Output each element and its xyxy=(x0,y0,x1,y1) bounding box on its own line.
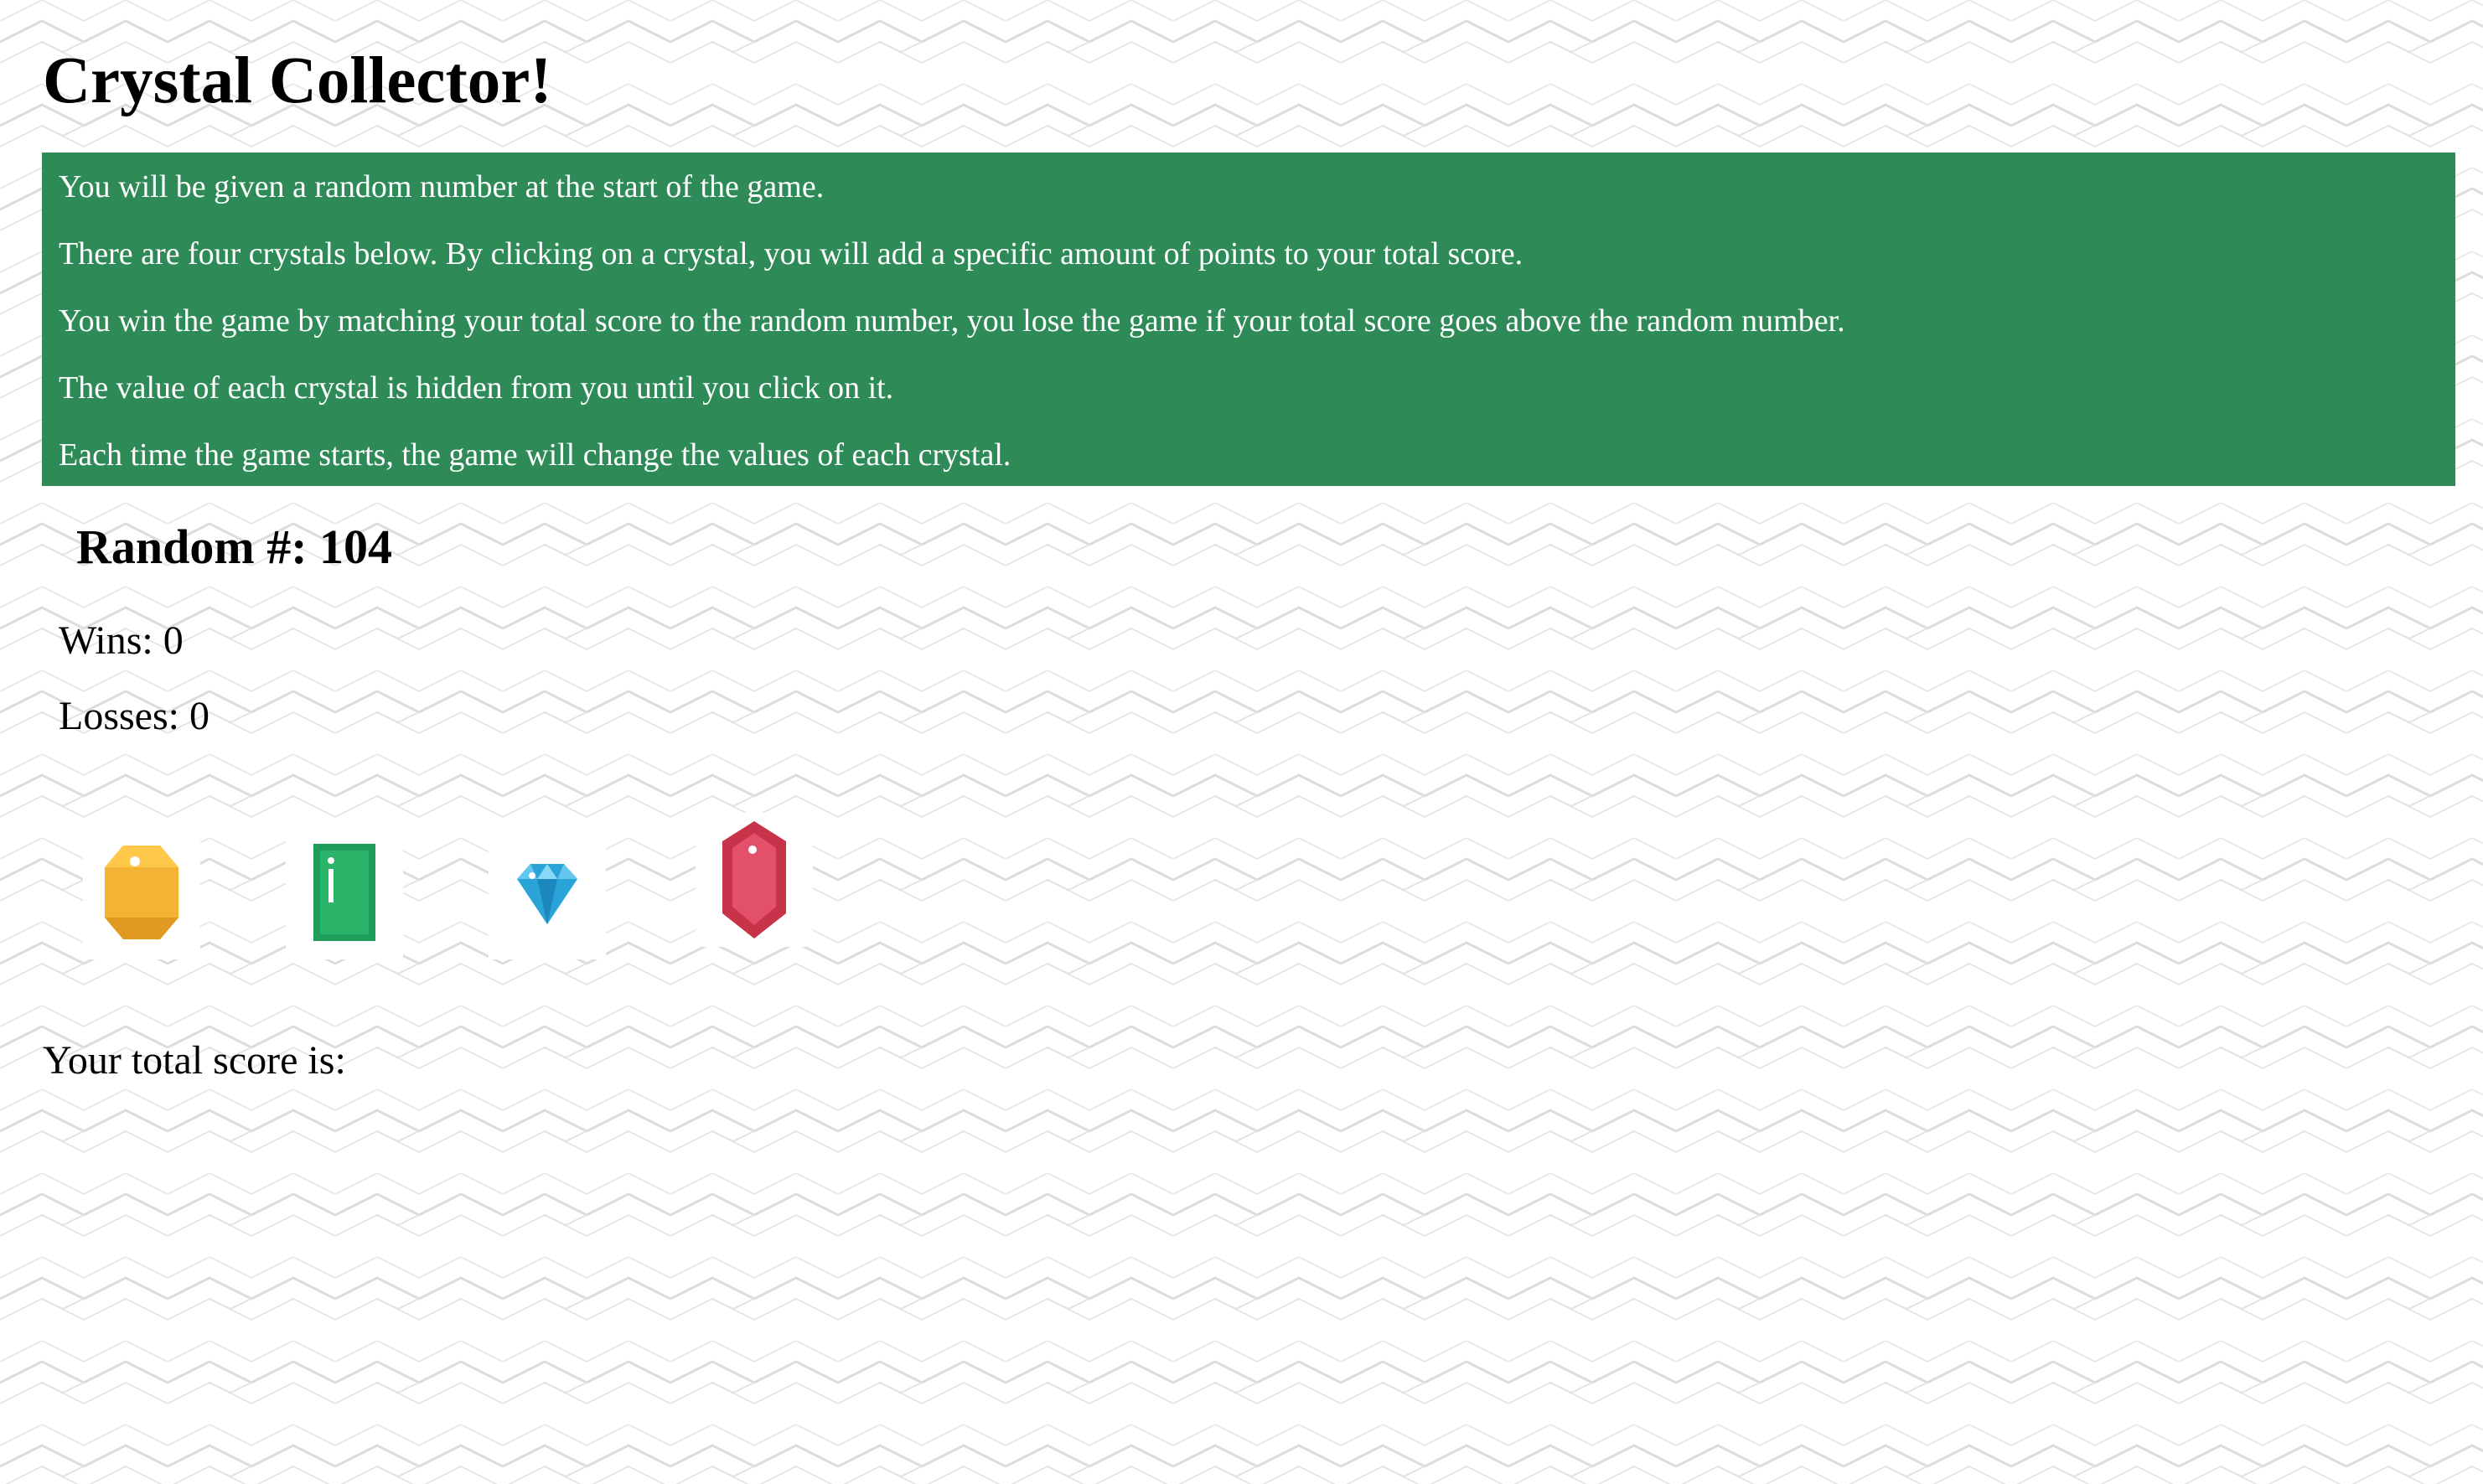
total-score: Your total score is: xyxy=(43,1038,346,1083)
crystal-blue-button[interactable] xyxy=(489,825,606,959)
blue-diamond-gem-icon xyxy=(489,825,606,959)
losses-count: Losses: 0 xyxy=(59,694,210,738)
crystal-red-button[interactable] xyxy=(696,813,813,947)
yellow-octagon-gem-icon xyxy=(83,825,200,959)
instruction-line: You win the game by matching your total … xyxy=(59,303,1845,339)
page-title: Crystal Collector! xyxy=(43,44,552,117)
game-page: Crystal Collector! You will be given a r… xyxy=(0,0,2483,1484)
green-emerald-gem-icon xyxy=(286,825,403,959)
crystal-green-button[interactable] xyxy=(286,825,403,959)
instructions-panel: You will be given a random number at the… xyxy=(42,153,2455,486)
instruction-line: There are four crystals below. By clicki… xyxy=(59,236,1523,271)
crystal-yellow-button[interactable] xyxy=(83,825,200,959)
random-number: Random #: 104 xyxy=(76,520,393,574)
wins-count: Wins: 0 xyxy=(59,618,184,663)
instruction-line: The value of each crystal is hidden from… xyxy=(59,370,894,406)
instruction-line: Each time the game starts, the game will… xyxy=(59,437,1011,473)
instruction-line: You will be given a random number at the… xyxy=(59,169,825,204)
red-hexagon-gem-icon xyxy=(696,813,813,947)
